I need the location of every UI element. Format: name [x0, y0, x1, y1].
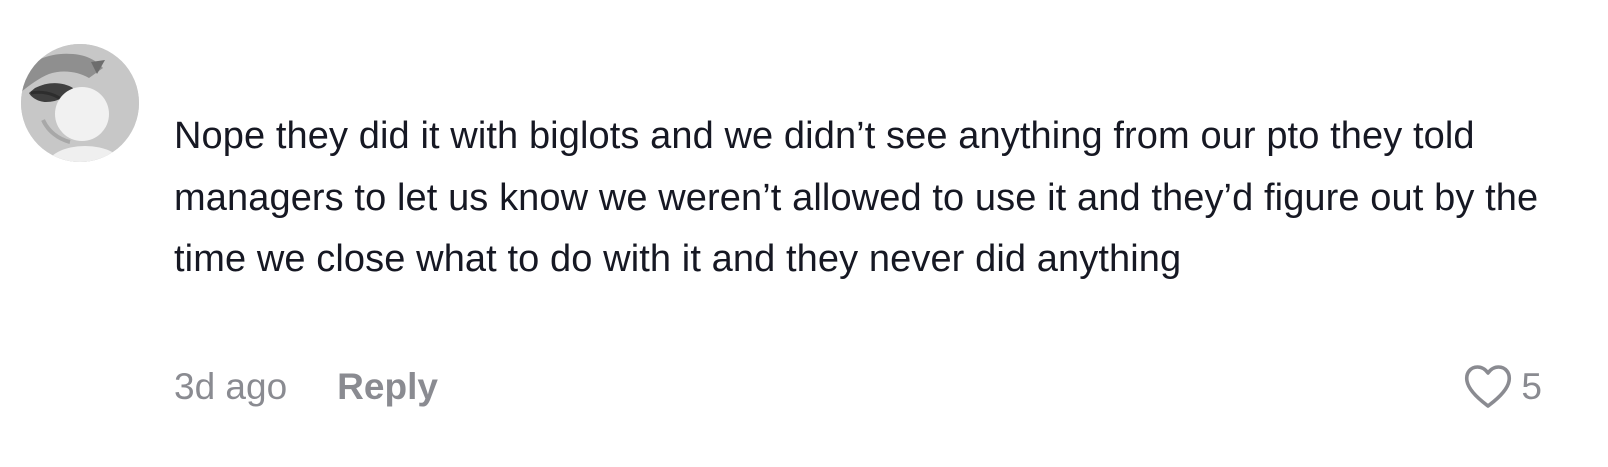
- comment-meta: 3d ago Reply: [174, 362, 438, 412]
- comment-item: Nope they did it with biglots and we did…: [0, 0, 1608, 467]
- heart-outline-icon[interactable]: [1463, 364, 1513, 410]
- like-count: 5: [1521, 366, 1542, 407]
- reply-button[interactable]: Reply: [337, 366, 438, 408]
- avatar-image: [21, 44, 139, 162]
- like-control[interactable]: 5: [1463, 362, 1542, 412]
- comment-text: Nope they did it with biglots and we did…: [174, 115, 1539, 280]
- avatar[interactable]: [21, 44, 139, 162]
- comment-timestamp: 3d ago: [174, 366, 288, 407]
